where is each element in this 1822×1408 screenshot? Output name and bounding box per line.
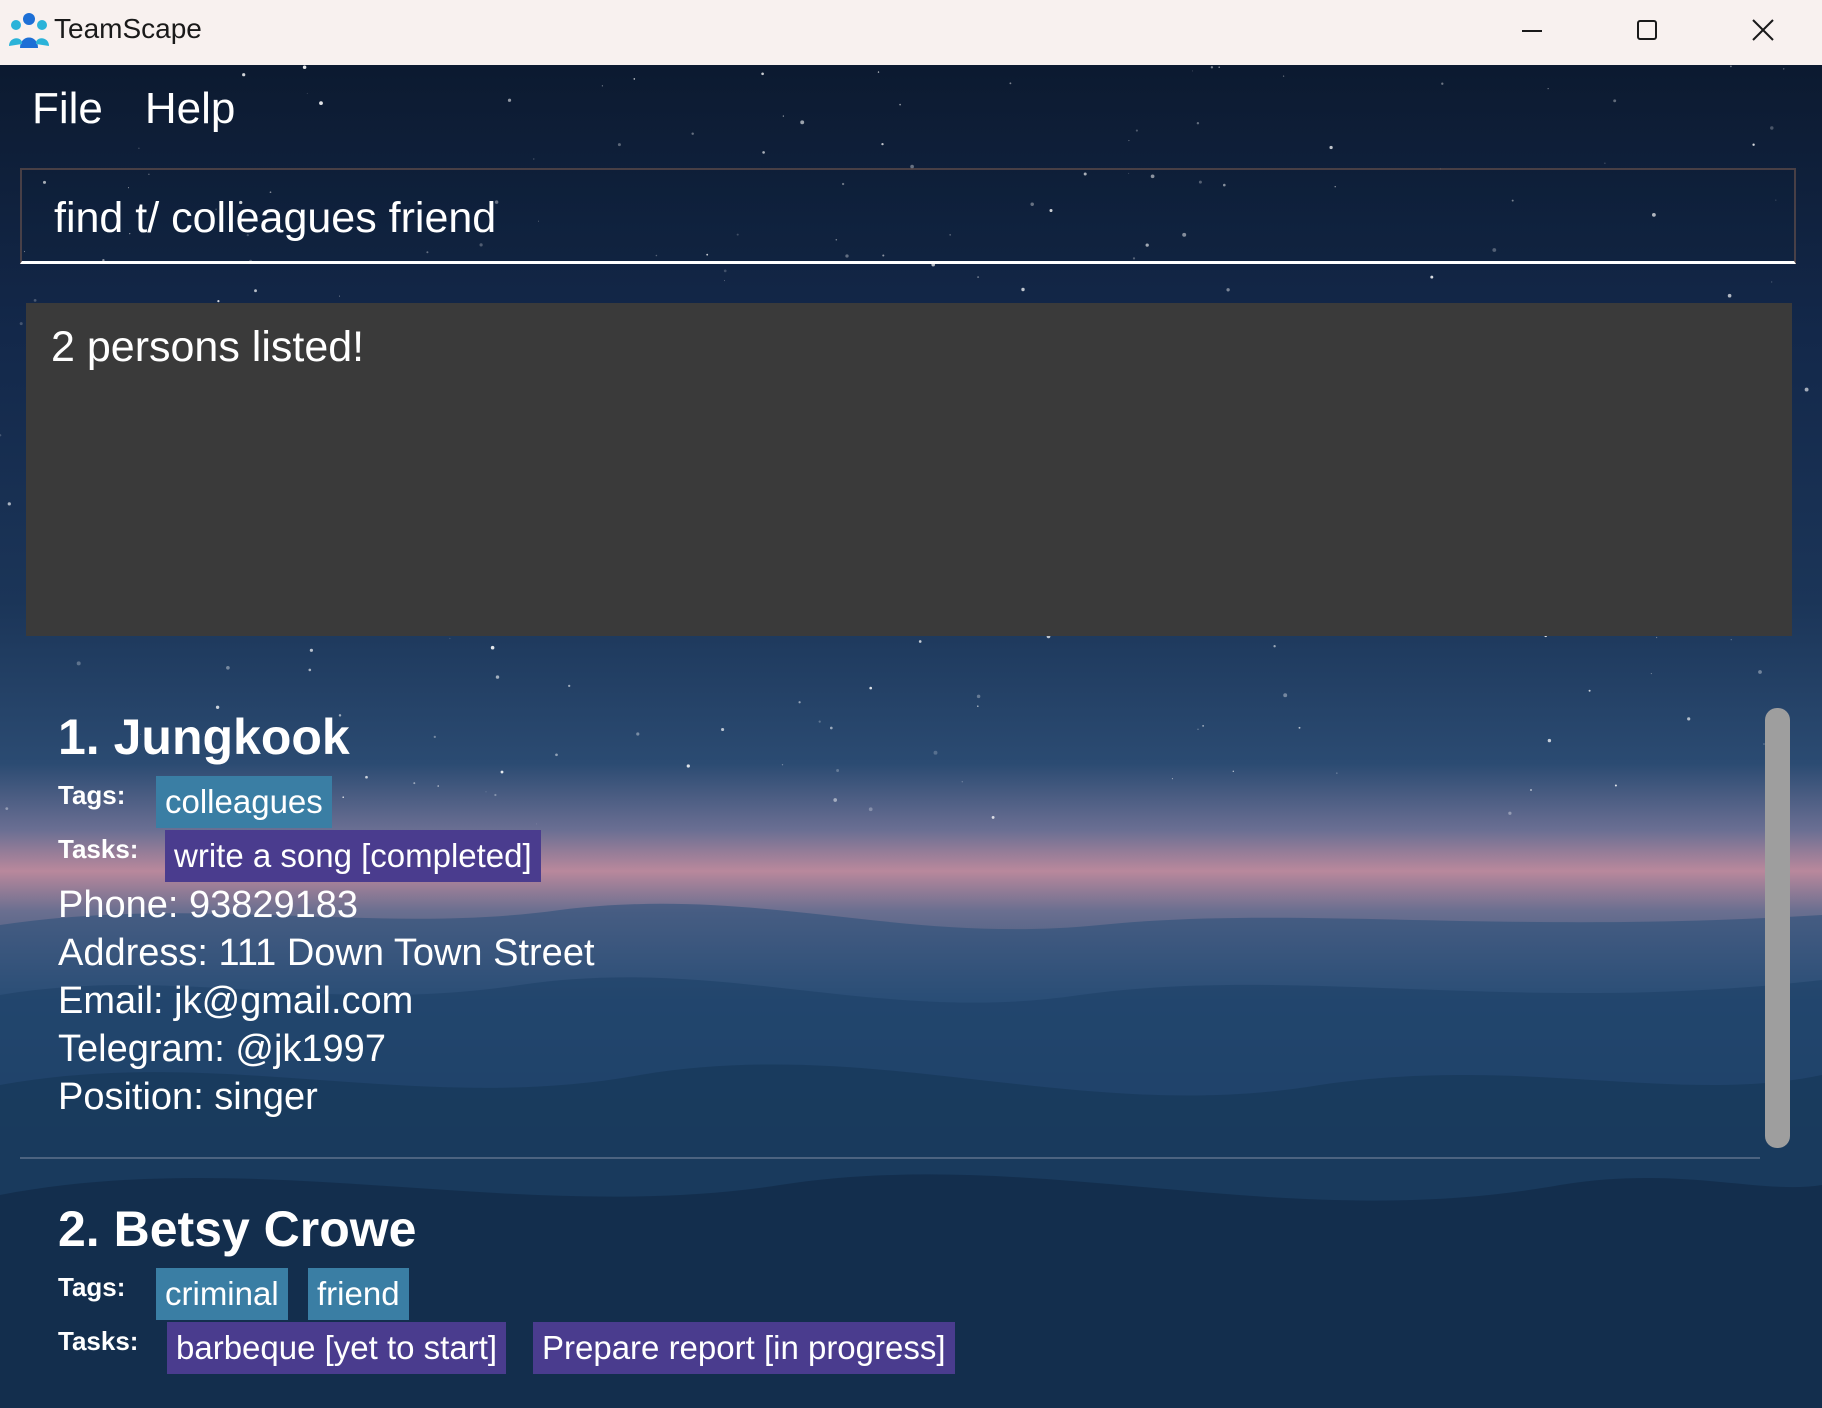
telegram-field: Telegram: @jk1997 <box>58 1028 386 1070</box>
menu-bar: File Help <box>0 78 257 140</box>
person-name: 1. Jungkook <box>58 709 350 765</box>
task-chip: Prepare report [in progress] <box>533 1322 955 1374</box>
title-bar: TeamScape <box>0 0 1822 65</box>
tasks-label: Tasks: <box>58 1326 139 1356</box>
tasks-label: Tasks: <box>58 834 139 864</box>
tag-chip: colleagues <box>156 776 332 828</box>
minimize-button[interactable] <box>1476 0 1588 60</box>
tag-chip: friend <box>308 1268 409 1320</box>
minimize-icon <box>1522 30 1542 32</box>
menu-help[interactable]: Help <box>125 78 258 140</box>
close-button[interactable] <box>1707 0 1819 60</box>
person-name: 2. Betsy Crowe <box>58 1201 417 1257</box>
result-display: 2 persons listed! <box>26 303 1792 636</box>
task-chip: barbeque [yet to start] <box>167 1322 507 1374</box>
tags-label: Tags: <box>58 1272 126 1302</box>
close-icon <box>1752 19 1774 41</box>
card-divider <box>20 1157 1760 1159</box>
email-field: Email: jk@gmail.com <box>58 980 414 1022</box>
result-message: 2 persons listed! <box>51 323 365 371</box>
app-title: TeamScape <box>54 13 202 44</box>
command-box <box>20 168 1796 264</box>
task-chip: write a song [completed] <box>165 830 541 882</box>
tags-label: Tags: <box>58 780 126 810</box>
command-input[interactable] <box>52 190 1756 246</box>
address-field: Address: 111 Down Town Street <box>58 932 595 974</box>
teamscape-logo-icon <box>9 13 49 48</box>
maximize-icon <box>1637 20 1657 40</box>
phone-field: Phone: 93829183 <box>58 884 359 926</box>
menu-file[interactable]: File <box>0 78 125 140</box>
position-field: Position: singer <box>58 1076 318 1118</box>
list-scrollbar-thumb[interactable] <box>1765 708 1790 1148</box>
maximize-button[interactable] <box>1591 0 1703 60</box>
tag-chip: criminal <box>156 1268 288 1320</box>
